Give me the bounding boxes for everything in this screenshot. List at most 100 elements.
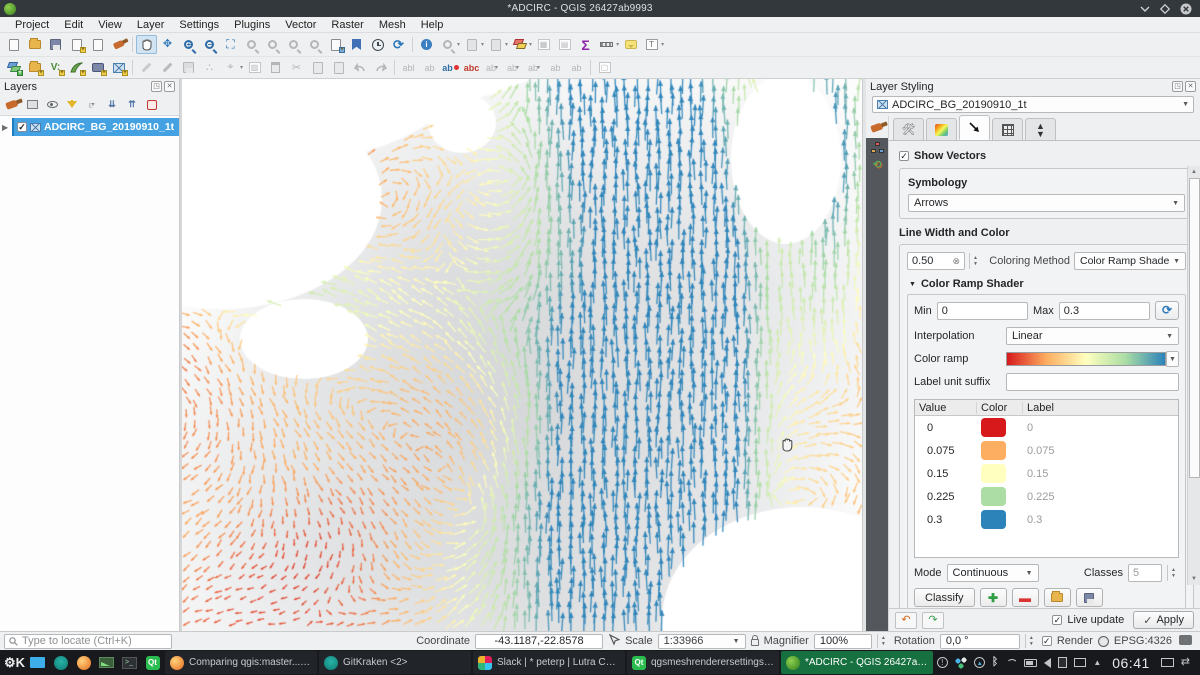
- render-checkbox[interactable]: [1042, 636, 1052, 646]
- battery-icon[interactable]: [1024, 659, 1037, 667]
- crs-globe-icon[interactable]: [1098, 636, 1109, 647]
- data-source-manager-button[interactable]: +: [3, 58, 24, 77]
- toggle-extents-icon[interactable]: [608, 634, 620, 649]
- scroll-down-arrow[interactable]: ▼: [1191, 573, 1197, 585]
- open-layer-styling-button[interactable]: [3, 96, 21, 113]
- add-group-button[interactable]: [23, 96, 41, 113]
- mode-select[interactable]: Continuous ▼: [947, 564, 1039, 582]
- tab-rendering[interactable]: [992, 118, 1023, 140]
- task-qgis[interactable]: *ADCIRC - QGIS 26427ab9993: [781, 651, 933, 674]
- filter-by-expression-button[interactable]: ε▾: [83, 96, 101, 113]
- menu-raster[interactable]: Raster: [324, 18, 370, 32]
- add-raster-layer-button[interactable]: V:+: [45, 58, 66, 77]
- clipboard-icon[interactable]: [1058, 657, 1067, 668]
- classes-spinner[interactable]: ▲▼: [1167, 565, 1179, 581]
- table-row[interactable]: 0.225 0.225: [915, 485, 1178, 508]
- interpolation-select[interactable]: Linear ▼: [1006, 327, 1179, 345]
- color-swatch[interactable]: [981, 510, 1006, 529]
- layer-labeling-options-button[interactable]: abl: [398, 58, 419, 77]
- select-features-button[interactable]: [437, 35, 458, 54]
- crs-label[interactable]: EPSG:4326: [1114, 635, 1172, 647]
- toggle-editing-button[interactable]: [136, 58, 157, 77]
- menu-help[interactable]: Help: [414, 18, 451, 32]
- styling-layer-selector[interactable]: ADCIRC_BG_20190910_1t ▼: [872, 96, 1194, 113]
- menu-edit[interactable]: Edit: [57, 18, 90, 32]
- layer-order-icon[interactable]: [871, 142, 884, 154]
- workspace-switcher-icon[interactable]: ⇄: [1181, 657, 1190, 668]
- close-button[interactable]: [1180, 3, 1192, 15]
- show-hide-labels-button[interactable]: ab▾: [524, 58, 545, 77]
- delete-selected-button[interactable]: [265, 58, 286, 77]
- qtcreator-launcher[interactable]: Qt: [142, 652, 163, 673]
- lock-scale-icon[interactable]: [751, 639, 759, 646]
- live-update-checkbox[interactable]: [1052, 615, 1062, 625]
- color-ramp-preview[interactable]: [1006, 352, 1166, 366]
- rotation-spinner[interactable]: ▲▼: [1025, 634, 1037, 648]
- styling-panel-float-button[interactable]: ◳: [1172, 81, 1183, 92]
- table-row[interactable]: 0 0: [915, 416, 1178, 439]
- classes-input[interactable]: 5: [1128, 564, 1162, 582]
- expand-all-button[interactable]: ⇊: [103, 96, 121, 113]
- pan-to-selection-button[interactable]: ✥: [157, 35, 178, 54]
- add-value-button[interactable]: ✚: [980, 588, 1007, 607]
- layer-expand-arrow[interactable]: ▶: [2, 123, 12, 132]
- coloring-method-select[interactable]: Color Ramp Shader ▼: [1074, 252, 1186, 270]
- menu-mesh[interactable]: Mesh: [372, 18, 413, 32]
- tab-averaging[interactable]: ▲▼: [1025, 118, 1056, 140]
- copy-features-button[interactable]: [307, 58, 328, 77]
- cut-features-button[interactable]: ✂: [286, 58, 307, 77]
- scale-select[interactable]: 1:33966 ▼: [658, 634, 746, 649]
- coordinate-input[interactable]: -43.1187,-22.8578: [475, 634, 603, 649]
- add-vector-layer-button[interactable]: +: [24, 58, 45, 77]
- task-gitkraken[interactable]: GitKraken <2>: [319, 651, 471, 674]
- color-swatch[interactable]: [981, 441, 1006, 460]
- deselect-features-button[interactable]: [485, 35, 506, 54]
- zoom-full-button[interactable]: ⛶: [220, 35, 241, 54]
- remove-layer-button[interactable]: [143, 96, 161, 113]
- select-by-form-button[interactable]: [461, 35, 482, 54]
- map-tips-button[interactable]: [620, 35, 641, 54]
- menu-vector[interactable]: Vector: [278, 18, 323, 32]
- symbology-select[interactable]: Arrows ▼: [908, 194, 1185, 212]
- terminal-launcher[interactable]: >_: [119, 652, 140, 673]
- rotation-input[interactable]: 0,0 °: [940, 634, 1020, 649]
- menu-view[interactable]: View: [91, 18, 129, 32]
- line-width-input[interactable]: 0.50 ⊗: [907, 252, 965, 270]
- app-menu-button[interactable]: ⚙K: [4, 652, 25, 673]
- style-redo-button[interactable]: ↷: [922, 612, 944, 629]
- layer-visibility-checkbox[interactable]: [17, 122, 27, 132]
- classify-button[interactable]: Classify: [914, 588, 975, 607]
- tab-settings[interactable]: 🛠: [893, 118, 924, 140]
- new-layout-button[interactable]: [87, 35, 108, 54]
- style-manager-button[interactable]: [108, 35, 129, 54]
- style-undo-button[interactable]: ↶: [895, 612, 917, 629]
- show-desktop-icon[interactable]: [1161, 658, 1174, 667]
- tab-contours[interactable]: [926, 118, 957, 140]
- task-qtcreator[interactable]: Qt qgsmeshrenderersettings.h ...: [627, 651, 779, 674]
- statistics-button[interactable]: Σ: [575, 35, 596, 54]
- layer-labeling-button[interactable]: ab: [440, 58, 461, 77]
- add-mesh-layer-button[interactable]: +: [108, 58, 129, 77]
- max-input[interactable]: 0.3: [1059, 302, 1150, 320]
- styling-scrollbar[interactable]: ▲ ▼: [1187, 166, 1200, 585]
- firefox-launcher[interactable]: [73, 652, 94, 673]
- system-monitor-launcher[interactable]: [96, 652, 117, 673]
- manage-map-themes-button[interactable]: [43, 96, 61, 113]
- map-canvas-area[interactable]: [182, 79, 862, 631]
- open-project-button[interactable]: [24, 35, 45, 54]
- tab-vectors[interactable]: [959, 115, 990, 140]
- reload-min-max-button[interactable]: ⟳: [1155, 301, 1179, 320]
- highlight-pinned-labels-button[interactable]: ab▾: [482, 58, 503, 77]
- collapse-all-button[interactable]: ⇈: [123, 96, 141, 113]
- table-row[interactable]: 0.15 0.15: [915, 462, 1178, 485]
- vertex-tool-current-layer-button[interactable]: ⌖: [220, 58, 241, 77]
- text-annotation-button[interactable]: T: [641, 35, 662, 54]
- zoom-out-button[interactable]: −: [199, 35, 220, 54]
- layers-panel-close-button[interactable]: ✕: [164, 81, 175, 92]
- zoom-to-layer-button[interactable]: [262, 35, 283, 54]
- identify-features-button[interactable]: i: [416, 35, 437, 54]
- color-ramp-dropdown[interactable]: ▼: [1166, 351, 1179, 367]
- task-slack[interactable]: Slack | * peterp | Lutra Con...: [473, 651, 625, 674]
- color-swatch[interactable]: [981, 487, 1006, 506]
- clock[interactable]: 06:41: [1112, 655, 1150, 671]
